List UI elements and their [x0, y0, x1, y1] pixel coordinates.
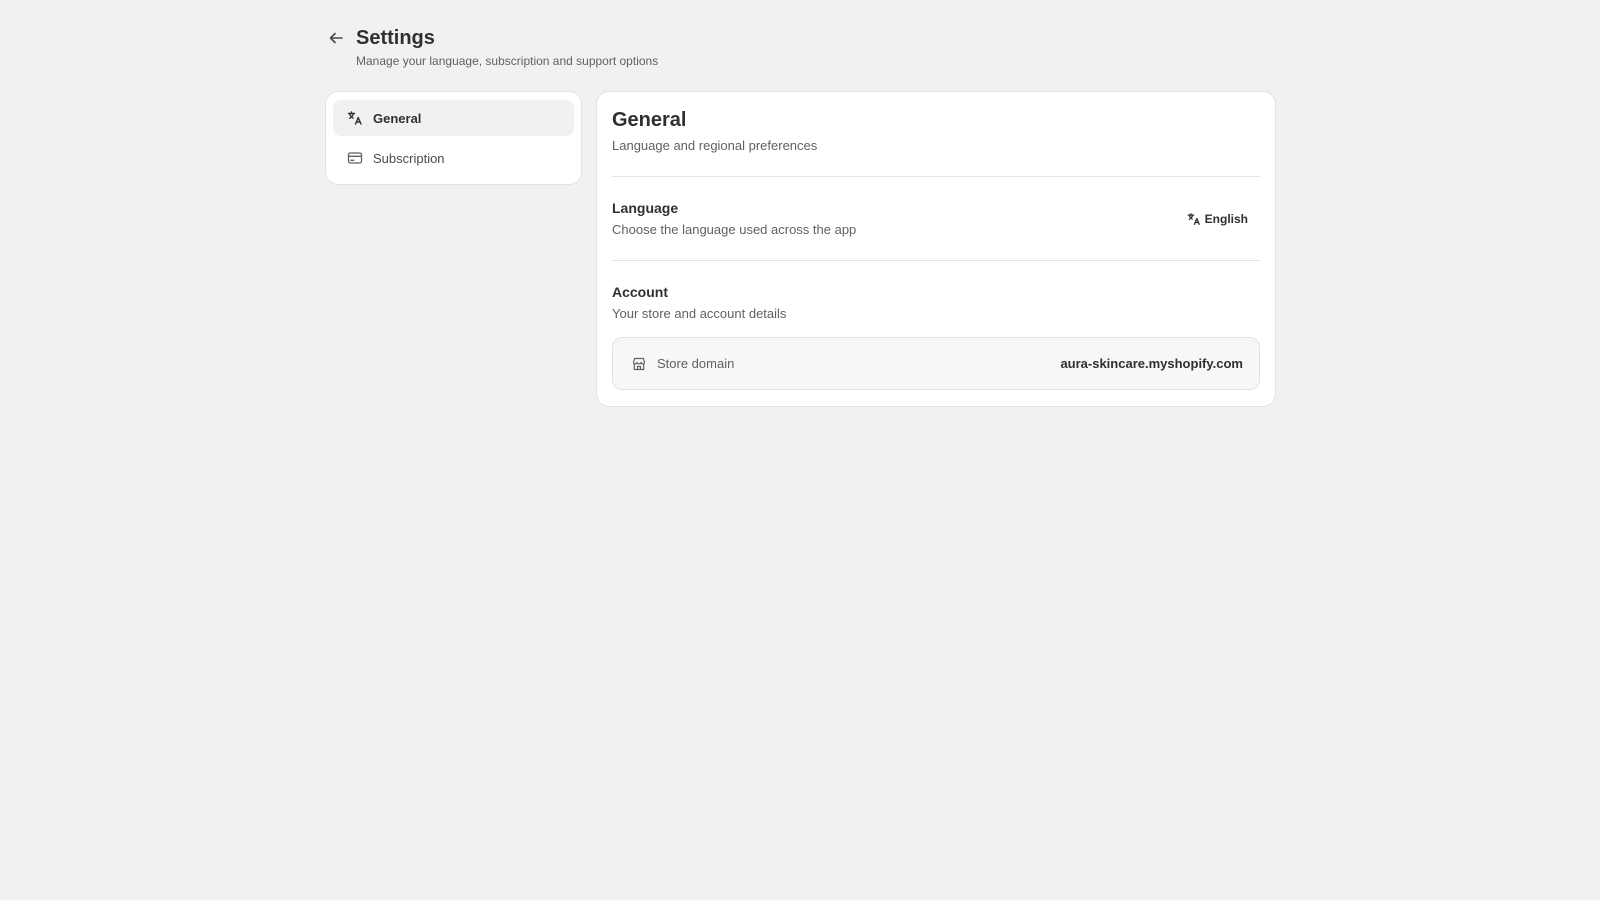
account-subtitle: Your store and account details — [612, 306, 787, 321]
language-title: Language — [612, 200, 679, 216]
nav-item-subscription[interactable]: Subscription — [333, 140, 574, 176]
general-settings-card: General Language and regional preference… — [597, 92, 1275, 406]
account-section: Account Your store and account details S… — [612, 282, 1260, 390]
settings-page: Settings Manage your language, subscript… — [326, 24, 1276, 406]
store-domain-box: Store domain aura-skincare.myshopify.com — [612, 337, 1260, 390]
language-icon — [347, 110, 363, 126]
divider — [612, 176, 1260, 177]
store-icon — [631, 356, 647, 372]
arrow-left-icon — [329, 32, 343, 44]
credit-card-icon — [347, 150, 363, 166]
language-subtitle: Choose the language used across the app — [612, 222, 857, 237]
section-subtitle: Language and regional preferences — [612, 138, 818, 153]
account-title: Account — [612, 284, 668, 300]
section-title: General — [612, 109, 687, 131]
settings-layout: General Subscription General Language an… — [326, 92, 1276, 406]
back-button[interactable] — [324, 26, 348, 50]
page-subtitle: Manage your language, subscription and s… — [356, 54, 659, 68]
language-selector-button[interactable]: English — [1175, 206, 1260, 232]
language-button-label: English — [1204, 211, 1248, 226]
store-domain-value: aura-skincare.myshopify.com — [1060, 356, 1243, 371]
nav-item-general[interactable]: General — [333, 100, 574, 136]
language-icon — [1187, 212, 1201, 226]
language-row: Language Choose the language used across… — [612, 198, 1260, 239]
page-title: Settings — [356, 27, 435, 49]
page-header: Settings Manage your language, subscript… — [326, 24, 1276, 69]
nav-item-label: Subscription — [373, 150, 445, 166]
settings-nav: General Subscription — [326, 92, 581, 184]
divider — [612, 260, 1260, 261]
store-domain-label: Store domain — [657, 356, 735, 371]
nav-item-label: General — [373, 110, 422, 126]
